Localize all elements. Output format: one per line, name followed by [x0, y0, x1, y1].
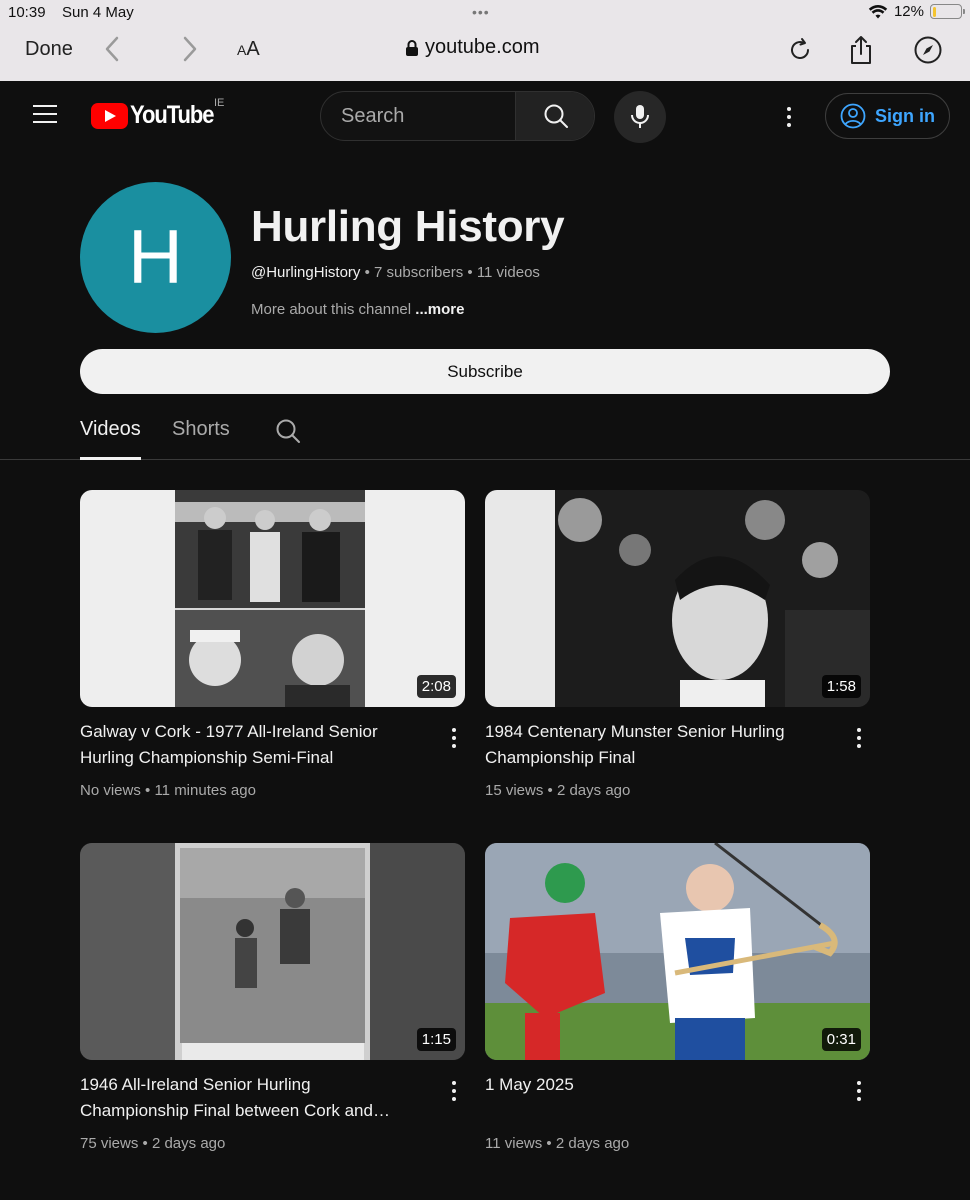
channel-meta: @HurlingHistory • 7 subscribers • 11 vid… — [251, 264, 540, 281]
more-options-icon[interactable] — [778, 105, 800, 129]
channel-avatar[interactable]: H — [80, 182, 231, 333]
aa-small-label: A — [237, 42, 247, 58]
video-meta: 11 views • 2 days ago — [485, 1135, 629, 1152]
search-box — [320, 91, 595, 141]
country-code: IE — [214, 97, 225, 109]
video-options-icon[interactable] — [853, 1079, 865, 1103]
address-bar[interactable]: youtube.com — [405, 36, 540, 59]
subscribe-button[interactable]: Subscribe — [80, 349, 890, 394]
url-text: youtube.com — [425, 36, 540, 58]
lock-icon — [406, 39, 418, 56]
search-input[interactable] — [321, 92, 515, 140]
video-count: 11 videos — [476, 264, 540, 281]
video-age: 2 days ago — [556, 782, 631, 799]
channel-handle: @HurlingHistory — [251, 264, 361, 281]
thumbnail-image — [80, 490, 465, 707]
done-button[interactable]: Done — [25, 38, 73, 61]
thumbnail-image — [80, 843, 465, 1060]
video-duration: 1:58 — [821, 675, 861, 698]
channel-about-link[interactable]: More about this channel ...more — [251, 301, 464, 318]
youtube-play-icon — [91, 102, 128, 129]
browser-chrome: 10:39 Sun 4 May ••• 12% Done AA youtube.… — [0, 0, 970, 81]
video-views: 11 views — [485, 1135, 543, 1152]
sign-in-button[interactable]: Sign in — [825, 93, 950, 139]
video-age: 11 minutes ago — [154, 782, 256, 799]
channel-title: Hurling History — [251, 202, 565, 251]
subscriber-count: 7 subscribers — [374, 264, 464, 281]
about-label: More about this channel — [251, 301, 412, 318]
reload-icon[interactable] — [784, 34, 816, 66]
video-duration: 0:31 — [821, 1028, 861, 1051]
video-meta: 75 views • 2 days ago — [80, 1135, 225, 1152]
video-title[interactable]: Galway v Cork - 1977 All-Ireland Senior … — [80, 719, 410, 771]
video-options-icon[interactable] — [448, 726, 460, 750]
video-meta: No views • 11 minutes ago — [80, 782, 256, 799]
channel-tabs: Videos Shorts — [0, 406, 970, 460]
status-indicators: 12% — [868, 3, 965, 20]
video-card[interactable]: 2:08 Galway v Cork - 1977 All-Ireland Se… — [80, 490, 465, 799]
video-card[interactable]: 1:15 1946 All-Ireland Senior Hurling Cha… — [80, 843, 465, 1152]
video-thumbnail[interactable]: 2:08 — [80, 490, 465, 707]
video-duration: 2:08 — [416, 675, 456, 698]
meta-separator: • — [542, 1135, 556, 1152]
video-title[interactable]: 1946 All-Ireland Senior Hurling Champion… — [80, 1072, 410, 1124]
video-thumbnail[interactable]: 0:31 — [485, 843, 870, 1060]
video-age: 2 days ago — [151, 1135, 226, 1152]
battery-percent: 12% — [893, 3, 924, 20]
video-card[interactable]: 0:31 1 May 2025 11 views • 2 days ago — [485, 843, 870, 1152]
more-link[interactable]: ...more — [415, 301, 464, 318]
reader-text-size-button[interactable]: AA — [237, 38, 260, 61]
search-button[interactable] — [515, 92, 594, 140]
youtube-logo[interactable]: YouTube — [91, 101, 225, 130]
video-title[interactable]: 1984 Centenary Munster Senior Hurling Ch… — [485, 719, 815, 771]
thumbnail-image — [485, 490, 870, 707]
video-card[interactable]: 1:58 1984 Centenary Munster Senior Hurli… — [485, 490, 870, 799]
video-meta: 15 views • 2 days ago — [485, 782, 630, 799]
back-chevron-icon[interactable] — [100, 34, 124, 64]
voice-search-button[interactable] — [614, 91, 666, 143]
tab-videos[interactable]: Videos — [80, 418, 141, 460]
video-title[interactable]: 1 May 2025 — [485, 1072, 815, 1098]
video-options-icon[interactable] — [853, 726, 865, 750]
compass-icon[interactable] — [912, 34, 944, 66]
video-thumbnail[interactable]: 1:15 — [80, 843, 465, 1060]
forward-chevron-icon[interactable] — [178, 34, 202, 64]
video-options-icon[interactable] — [448, 1079, 460, 1103]
meta-separator: • — [140, 782, 155, 799]
meta-separator: • — [463, 264, 477, 281]
battery-icon — [930, 4, 965, 19]
menu-icon[interactable] — [33, 105, 57, 125]
wifi-icon — [868, 4, 888, 18]
video-age: 2 days ago — [555, 1135, 630, 1152]
youtube-header: YouTube IE Sign in — [0, 81, 970, 151]
search-icon — [544, 104, 568, 128]
status-date: Sun 4 May — [62, 4, 134, 21]
channel-search-icon[interactable] — [275, 418, 301, 444]
logo-text: YouTube — [130, 101, 215, 129]
multitasking-dots-icon[interactable]: ••• — [472, 4, 490, 20]
meta-separator: • — [543, 782, 557, 799]
microphone-icon — [631, 105, 649, 128]
video-views: 75 views — [80, 1135, 139, 1152]
share-icon[interactable] — [845, 34, 877, 66]
account-icon — [840, 103, 866, 129]
status-time: 10:39 — [8, 4, 46, 21]
thumbnail-image — [485, 843, 870, 1060]
video-views: No views — [80, 782, 141, 799]
meta-separator: • — [138, 1135, 152, 1152]
video-views: 15 views — [485, 782, 544, 799]
sign-in-label: Sign in — [875, 105, 935, 126]
meta-separator: • — [360, 264, 375, 281]
video-duration: 1:15 — [416, 1028, 456, 1051]
tab-shorts[interactable]: Shorts — [172, 418, 230, 441]
aa-large-label: A — [246, 38, 260, 60]
video-thumbnail[interactable]: 1:58 — [485, 490, 870, 707]
